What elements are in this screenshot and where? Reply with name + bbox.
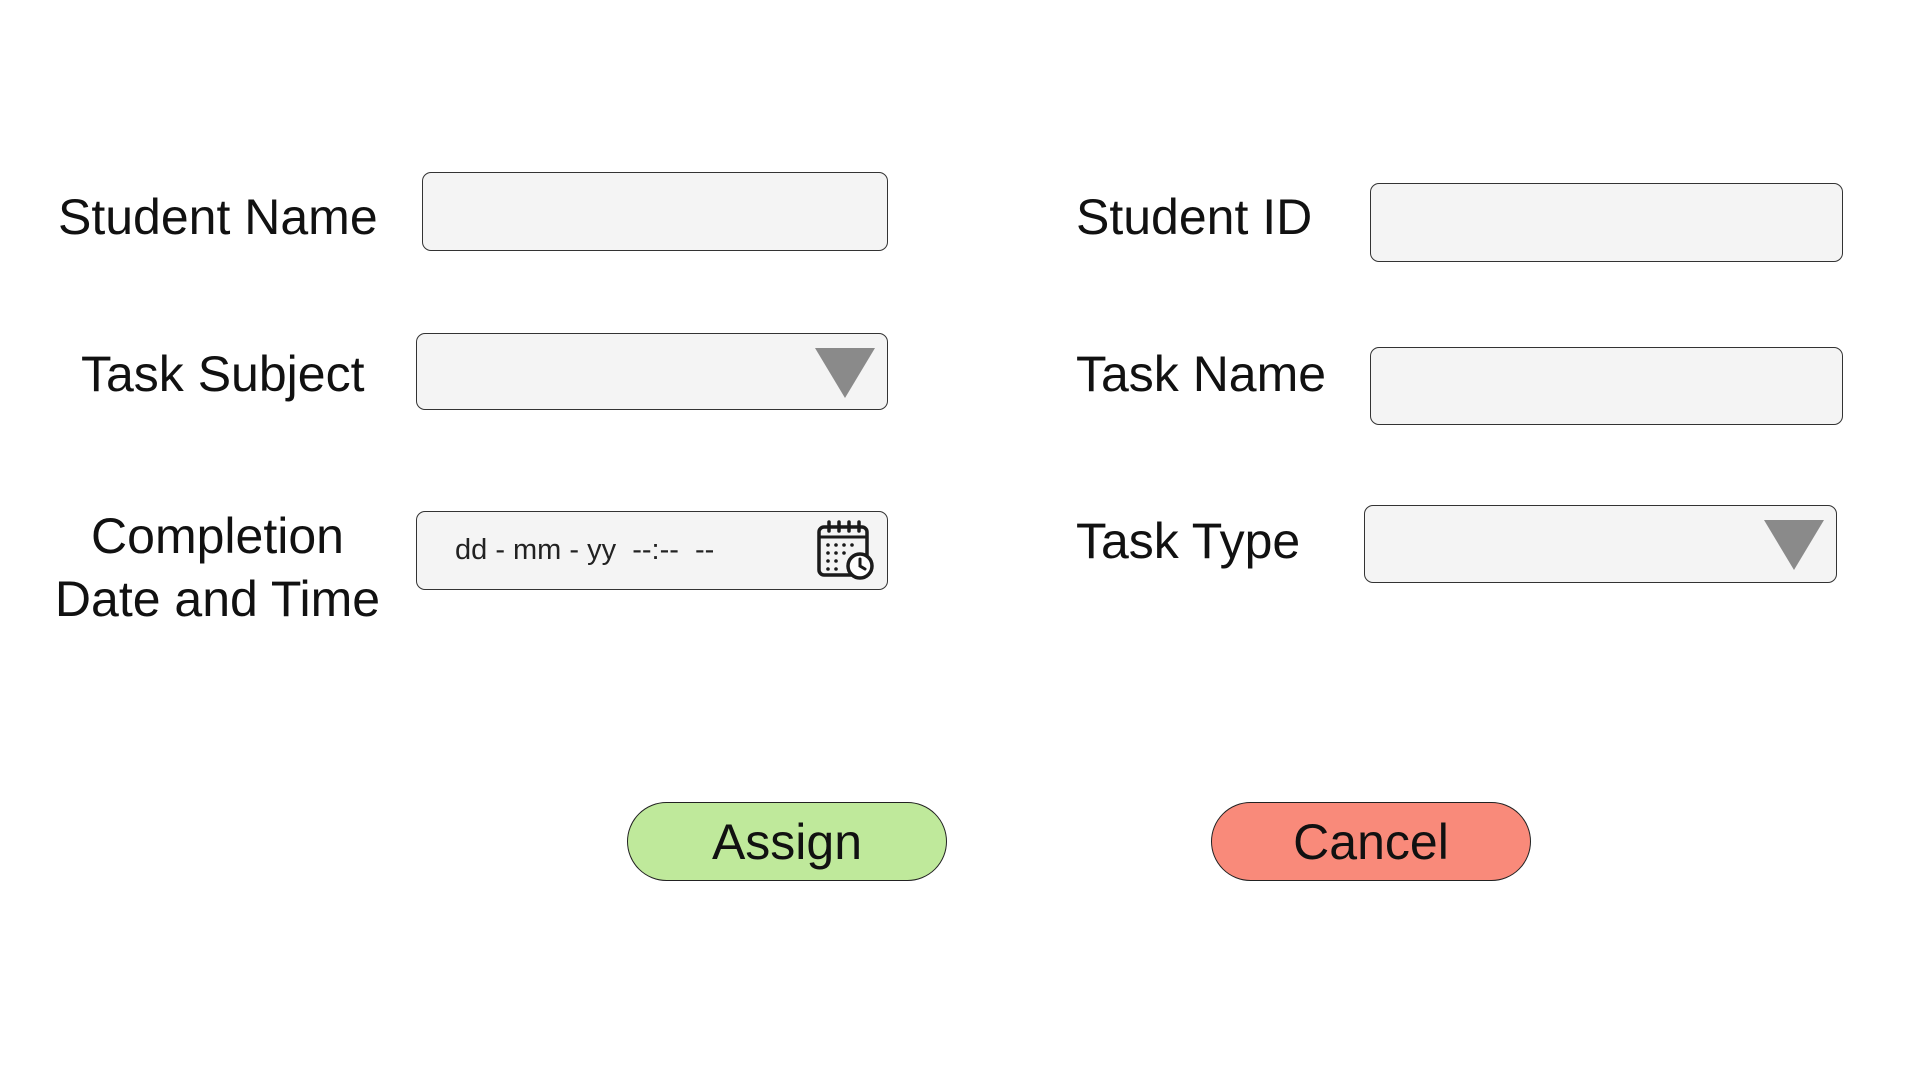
student-id-label: Student ID <box>1076 189 1313 245</box>
completion-datetime-label: Completion Date and Time <box>40 505 395 630</box>
completion-label-line2: Date and Time <box>54 570 381 627</box>
calendar-clock-icon[interactable] <box>815 520 877 582</box>
student-name-field[interactable] <box>422 172 888 251</box>
student-name-input[interactable] <box>423 173 887 250</box>
student-id-input[interactable] <box>1371 184 1842 261</box>
student-name-label: Student Name <box>58 189 378 245</box>
task-type-select[interactable] <box>1364 505 1837 583</box>
student-id-field[interactable] <box>1370 183 1843 262</box>
task-subject-label: Task Subject <box>81 346 365 402</box>
task-name-input[interactable] <box>1371 348 1842 424</box>
task-type-label: Task Type <box>1076 513 1301 569</box>
completion-datetime-field[interactable]: dd - mm - yy --:-- -- <box>416 511 888 590</box>
task-subject-select[interactable] <box>416 333 888 410</box>
datetime-placeholder: dd - mm - yy --:-- -- <box>455 534 715 566</box>
task-name-field[interactable] <box>1370 347 1843 425</box>
completion-label-line1: Completion <box>91 508 344 564</box>
task-name-label: Task Name <box>1076 346 1327 402</box>
assign-button[interactable]: Assign <box>627 802 947 881</box>
cancel-button[interactable]: Cancel <box>1211 802 1531 881</box>
chevron-down-icon[interactable] <box>1764 520 1824 570</box>
chevron-down-icon[interactable] <box>815 348 875 398</box>
